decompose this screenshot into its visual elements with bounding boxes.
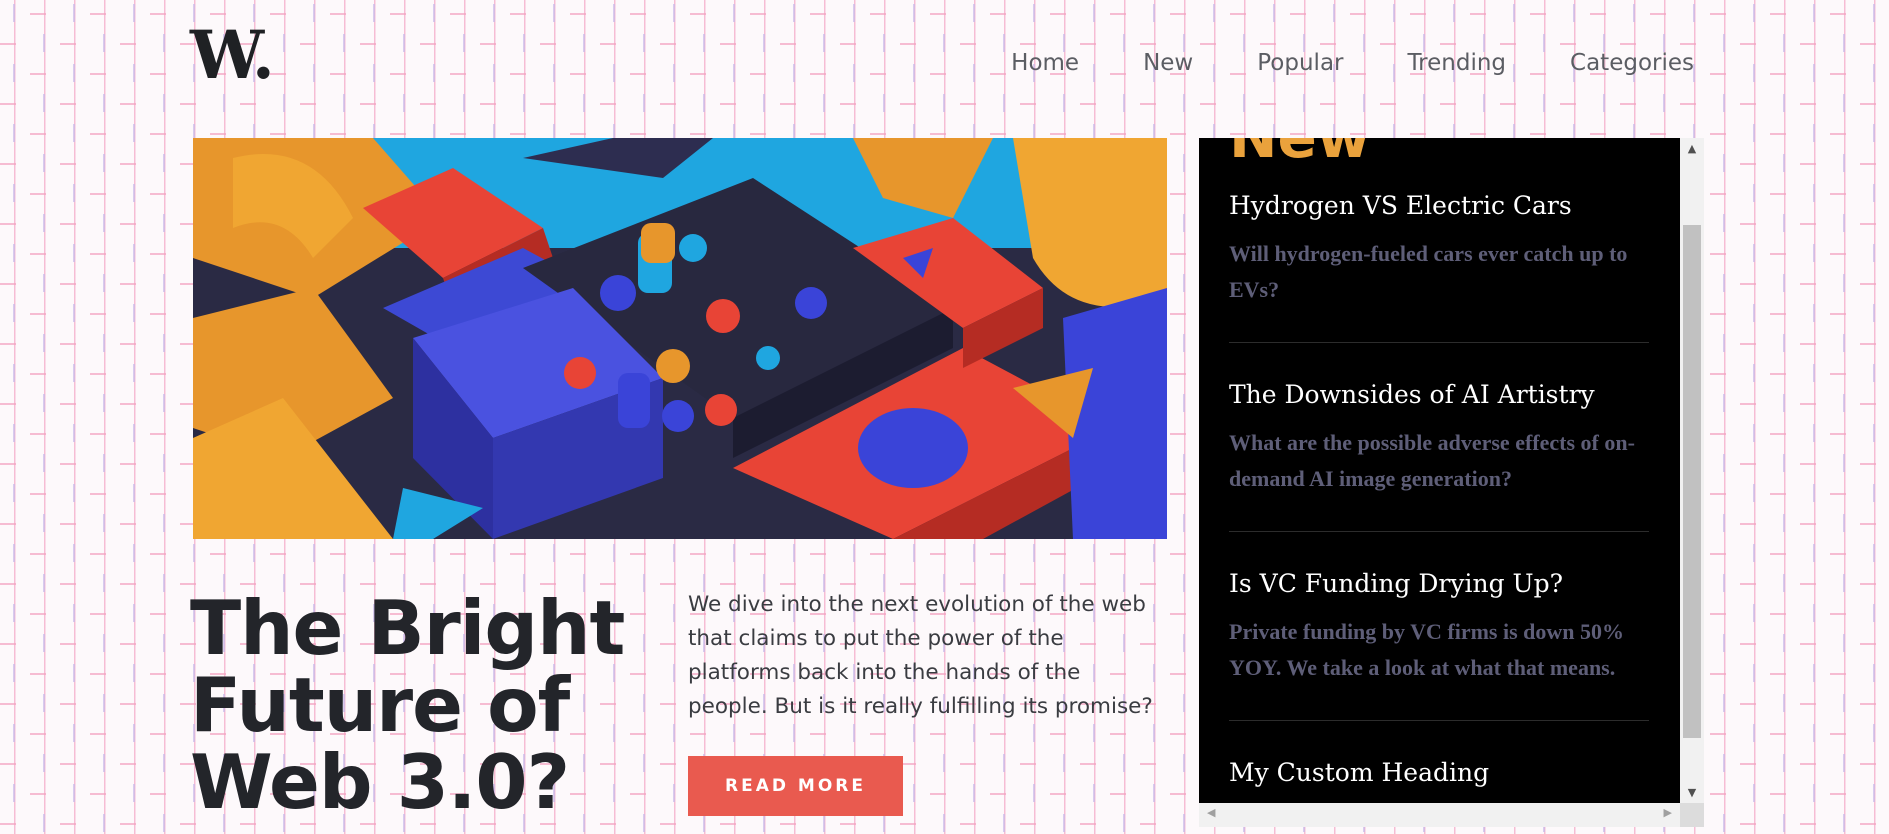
read-more-button[interactable]: READ MORE <box>688 756 903 816</box>
main-nav: Home New Popular Trending Categories <box>947 50 1694 76</box>
triangle-right-icon[interactable]: ▶ <box>1664 806 1672 819</box>
panel-horizontal-scrollbar[interactable]: ◀ ▶ <box>1199 803 1680 827</box>
article-title[interactable]: Hydrogen VS Electric Cars <box>1229 190 1649 222</box>
nav-home[interactable]: Home <box>1011 50 1079 76</box>
article-subtitle: Will hydrogen-fueled cars ever catch up … <box>1229 241 1628 302</box>
triangle-left-icon[interactable]: ◀ <box>1207 806 1215 819</box>
article-title[interactable]: Is VC Funding Drying Up? <box>1229 568 1649 600</box>
hero-description: We dive into the next evolution of the w… <box>688 592 1153 719</box>
hero-image <box>193 138 1167 539</box>
article-title[interactable]: The Downsides of AI Artistry <box>1229 379 1649 411</box>
article-item[interactable]: Is VC Funding Drying Up? Private funding… <box>1229 568 1649 721</box>
nav-new[interactable]: New <box>1143 50 1193 76</box>
article-subtitle: What are the possible adverse effects of… <box>1229 430 1635 491</box>
nav-trending[interactable]: Trending <box>1408 50 1507 76</box>
scrollbar-thumb[interactable] <box>1683 225 1701 738</box>
nav-categories[interactable]: Categories <box>1570 50 1694 76</box>
site-logo[interactable]: W. <box>190 22 275 88</box>
new-articles-panel[interactable]: New Hydrogen VS Electric Cars Will hydro… <box>1199 138 1704 803</box>
article-subtitle: Private funding by VC firms is down 50% … <box>1229 619 1625 680</box>
triangle-up-icon[interactable]: ▲ <box>1680 142 1704 155</box>
hero-title: The Bright Future of Web 3.0? <box>190 584 625 826</box>
article-title[interactable]: My Custom Heading <box>1229 757 1649 789</box>
nav-popular[interactable]: Popular <box>1257 50 1343 76</box>
article-item[interactable]: Hydrogen VS Electric Cars Will hydrogen-… <box>1229 190 1649 343</box>
triangle-down-icon[interactable]: ▼ <box>1680 786 1704 799</box>
article-item[interactable]: The Downsides of AI Artistry What are th… <box>1229 379 1649 532</box>
panel-vertical-scrollbar[interactable]: ▲ ▼ <box>1680 138 1704 803</box>
scrollbar-corner <box>1680 803 1704 827</box>
article-list: Hydrogen VS Electric Cars Will hydrogen-… <box>1229 190 1649 803</box>
panel-heading: New <box>1229 138 1370 166</box>
article-item[interactable]: My Custom Heading <box>1229 757 1649 803</box>
